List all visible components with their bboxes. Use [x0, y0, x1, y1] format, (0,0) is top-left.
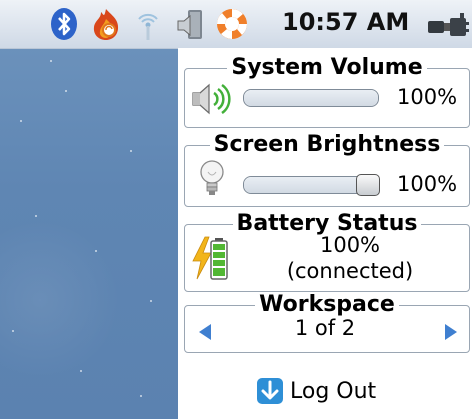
logout-down-arrow-icon [256, 377, 284, 405]
speaker-icon [189, 81, 233, 117]
bluetooth-icon[interactable] [46, 6, 82, 42]
clock[interactable]: 10:57 AM [282, 8, 409, 36]
brightness-title: Screen Brightness [209, 132, 445, 157]
help-lifebuoy-icon[interactable] [214, 6, 250, 42]
brightness-slider[interactable] [243, 174, 380, 196]
volume-tray-icon[interactable] [172, 6, 208, 42]
logout-button[interactable]: Log Out [256, 376, 376, 406]
desktop-background [0, 0, 178, 419]
brightness-percent: 100% [397, 172, 458, 196]
workspace-group: Workspace 1 of 2 [184, 292, 470, 353]
workspace-title: Workspace [255, 292, 399, 317]
battery-group: Battery Status 100% (connected) [184, 211, 470, 292]
battery-percent: 100% [319, 233, 381, 257]
volume-title: System Volume [227, 55, 427, 80]
wireless-icon[interactable] [130, 6, 166, 42]
update-flame-icon[interactable] [88, 6, 124, 42]
logout-label: Log Out [290, 378, 377, 404]
light-bulb-icon [197, 158, 227, 200]
status-panel: System Volume 100% Screen Brightness 100… [178, 48, 472, 419]
power-plug-icon[interactable] [426, 6, 470, 42]
battery-status: (connected) [286, 259, 414, 283]
left-arrow-icon[interactable] [195, 322, 215, 342]
top-panel: 10:57 AM [0, 0, 472, 49]
brightness-group: Screen Brightness 100% [184, 132, 470, 207]
workspace-value: 1 of 2 [294, 316, 356, 340]
volume-slider-fill [244, 90, 378, 106]
volume-slider[interactable] [243, 89, 379, 107]
volume-group: System Volume 100% [184, 55, 470, 128]
right-arrow-icon[interactable] [441, 322, 461, 342]
battery-charging-icon [191, 235, 235, 281]
volume-percent: 100% [397, 85, 458, 109]
brightness-slider-knob[interactable] [356, 174, 380, 196]
system-tray [46, 6, 250, 42]
